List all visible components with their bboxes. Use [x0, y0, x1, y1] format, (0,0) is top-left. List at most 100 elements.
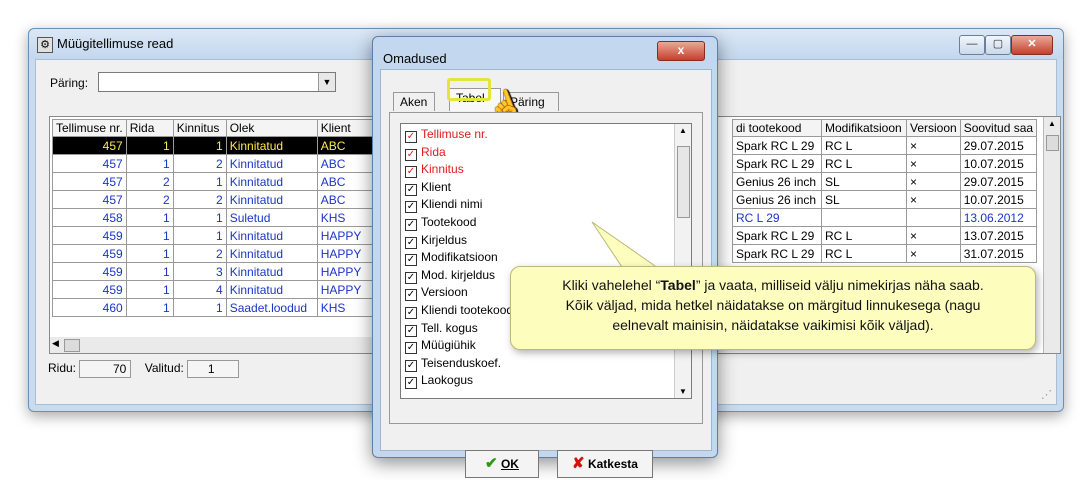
- table-cell: 1: [125, 280, 174, 299]
- checkbox[interactable]: ✓: [405, 342, 417, 355]
- field-label: Mod. kirjeldus: [421, 267, 496, 282]
- chevron-down-icon[interactable]: ▼: [318, 73, 335, 91]
- ok-button[interactable]: ✔ OK: [465, 450, 539, 478]
- table-row[interactable]: 459 1 4 Kinnitatud HAPPY: [52, 280, 385, 299]
- list-item[interactable]: ✓ Rida: [405, 144, 446, 161]
- grid-right-table: di tootekood Modifikatsioon Versioon Soo…: [732, 119, 1038, 263]
- table-row[interactable]: Genius 26 inch SL × 10.07.2015: [732, 190, 1038, 209]
- chevron-up-icon[interactable]: ▲: [675, 126, 691, 135]
- table-cell: 1: [172, 298, 227, 317]
- table-row[interactable]: Spark RC L 29 RC L × 31.07.2015: [732, 244, 1038, 263]
- table-cell: RC L: [821, 154, 907, 173]
- table-row[interactable]: Spark RC L 29 RC L × 10.07.2015: [732, 154, 1038, 173]
- resize-grip-icon[interactable]: ⋰: [1041, 388, 1052, 401]
- callout-line2: Kõik väljad, mida hetkel näidatakse on m…: [565, 297, 981, 313]
- callout-line1-post: ” ja vaata, milliseid välju nimekirjas n…: [695, 277, 984, 293]
- list-item[interactable]: ✓ Kliendi nimi: [405, 196, 482, 214]
- table-row[interactable]: 460 1 1 Saadet.loodud KHS: [52, 298, 385, 317]
- list-item[interactable]: ✓ Müügiühik: [405, 337, 476, 355]
- list-item[interactable]: ✓ Kliendi tootekood: [405, 302, 513, 319]
- col-header-version[interactable]: Versioon: [906, 119, 961, 137]
- col-header-client-code[interactable]: di tootekood: [732, 119, 822, 137]
- col-header-modification[interactable]: Modifikatsioon: [821, 119, 907, 137]
- checkbox[interactable]: ✓: [405, 148, 417, 161]
- list-item[interactable]: ✓ Tellimuse nr.: [405, 126, 488, 143]
- checkbox[interactable]: ✓: [405, 289, 417, 302]
- scroll-thumb[interactable]: [1046, 135, 1059, 151]
- close-button[interactable]: ✕: [1011, 35, 1053, 55]
- checkbox[interactable]: ✓: [405, 183, 417, 196]
- col-header-status[interactable]: Olek: [225, 119, 318, 137]
- hscroll-thumb[interactable]: [64, 339, 80, 352]
- col-header-line[interactable]: Rida: [125, 119, 174, 137]
- checkbox[interactable]: ✓: [405, 219, 417, 231]
- tab-window[interactable]: Aken: [393, 92, 435, 111]
- list-item[interactable]: ✓ Tootekood: [405, 214, 476, 231]
- checkbox[interactable]: ✓: [405, 236, 417, 249]
- col-header-order-nr[interactable]: Tellimuse nr.: [52, 119, 127, 137]
- list-item[interactable]: ✓ Laokogus: [405, 372, 473, 390]
- table-row[interactable]: Spark RC L 29 RC L × 29.07.2015: [732, 136, 1038, 155]
- maximize-button[interactable]: ▢: [985, 35, 1011, 55]
- grid-vertical-scrollbar[interactable]: ▲: [1043, 117, 1060, 353]
- checkbox[interactable]: ✓: [405, 166, 417, 179]
- checkbox[interactable]: ✓: [405, 359, 417, 372]
- list-scrollbar[interactable]: ▲ ▼: [674, 124, 691, 398]
- minimize-button[interactable]: —: [959, 35, 985, 55]
- table-cell: ×: [906, 136, 961, 155]
- table-row[interactable]: 459 1 1 Kinnitatud HAPPY: [52, 226, 385, 245]
- table-row[interactable]: 459 1 3 Kinnitatud HAPPY: [52, 262, 385, 281]
- table-cell: 459: [52, 226, 127, 245]
- table-row[interactable]: 457 1 2 Kinnitatud ABC: [52, 154, 385, 173]
- table-cell: [906, 208, 961, 227]
- table-cell: Kinnitatud: [225, 226, 318, 245]
- callout-line1-pre: Kliki vahelehel “: [562, 277, 661, 293]
- table-cell: 2: [172, 154, 227, 173]
- query-label: Päring:: [50, 76, 89, 90]
- table-row[interactable]: RC L 29 13.06.2012: [732, 208, 1038, 227]
- table-cell: SL: [821, 172, 907, 191]
- table-row[interactable]: Genius 26 inch SL × 29.07.2015: [732, 172, 1038, 191]
- ok-label: OK: [500, 457, 519, 471]
- table-cell: Kinnitatud: [225, 136, 318, 155]
- grid-horizontal-scrollbar[interactable]: ◀: [50, 337, 390, 353]
- list-item[interactable]: ✓ Klient: [405, 179, 451, 196]
- col-header-requested-date[interactable]: Soovitud saa: [959, 119, 1038, 137]
- checkbox[interactable]: ✓: [405, 271, 417, 284]
- checkbox[interactable]: ✓: [405, 377, 417, 390]
- list-item[interactable]: ✓ Teisenduskoef.: [405, 355, 501, 372]
- checkmark-icon: ✔: [485, 455, 498, 472]
- table-row[interactable]: 459 1 2 Kinnitatud HAPPY: [52, 244, 385, 263]
- list-item[interactable]: ✓ Kinnitus: [405, 161, 464, 179]
- list-item[interactable]: ✓ Tell. kogus: [405, 320, 478, 337]
- col-header-confirmation[interactable]: Kinnitus: [172, 119, 227, 137]
- list-item[interactable]: ✓ Versioon: [405, 284, 468, 302]
- chevron-left-icon[interactable]: ◀: [52, 338, 59, 349]
- table-cell: 457: [52, 136, 127, 155]
- table-cell: 1: [172, 226, 227, 245]
- table-row[interactable]: 457 2 2 Kinnitatud ABC: [52, 190, 385, 209]
- checkbox[interactable]: ✓: [405, 201, 417, 214]
- table-row[interactable]: 457 1 1 Kinnitatud ABC: [52, 136, 385, 155]
- chevron-down-icon[interactable]: ▼: [675, 387, 691, 396]
- table-row[interactable]: Spark RC L 29 RC L × 13.07.2015: [732, 226, 1038, 245]
- query-combo[interactable]: ▼: [98, 72, 336, 92]
- table-cell: 1: [125, 262, 174, 281]
- dialog-close-button[interactable]: x: [657, 41, 705, 61]
- chevron-up-icon[interactable]: ▲: [1044, 117, 1060, 131]
- cancel-button[interactable]: ✘ Katkesta: [557, 450, 653, 478]
- checkbox[interactable]: ✓: [405, 324, 417, 337]
- checkbox[interactable]: ✓: [405, 131, 417, 143]
- list-item[interactable]: ✓ Modifikatsioon: [405, 249, 498, 267]
- checkbox[interactable]: ✓: [405, 307, 417, 319]
- table-cell: ×: [906, 154, 961, 173]
- checkbox[interactable]: ✓: [405, 254, 417, 267]
- table-row[interactable]: 458 1 1 Suletud KHS: [52, 208, 385, 227]
- table-cell: 13.06.2012: [959, 208, 1038, 227]
- list-item[interactable]: ✓ Mod. kirjeldus: [405, 267, 495, 284]
- table-row[interactable]: 457 2 1 Kinnitatud ABC: [52, 172, 385, 191]
- list-item[interactable]: ✓ Kirjeldus: [405, 232, 467, 249]
- list-scroll-thumb[interactable]: [677, 146, 690, 218]
- field-label: Kirjeldus: [421, 232, 468, 247]
- rows-label: Ridu:: [48, 361, 77, 376]
